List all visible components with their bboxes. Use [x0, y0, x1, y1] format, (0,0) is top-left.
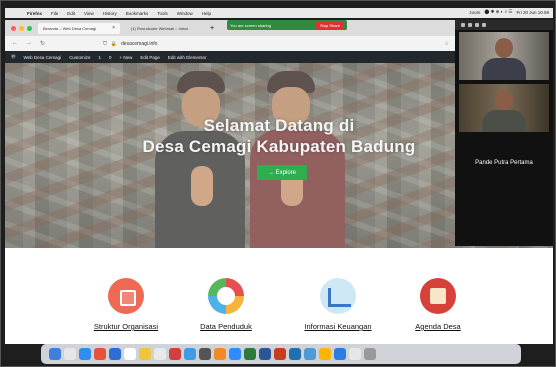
lock-icon: 🔒 [110, 40, 118, 47]
participant-video-tile[interactable] [459, 84, 549, 132]
wp-comments-count[interactable]: 0 [109, 55, 112, 60]
mail-icon[interactable] [109, 348, 121, 360]
pie-chart-icon[interactable] [208, 278, 244, 314]
feature-label[interactable]: Informasi Keuangan [283, 322, 393, 331]
appstore-icon[interactable] [184, 348, 196, 360]
calendar-icon[interactable] [124, 348, 136, 360]
screen-share-banner: You are screen sharing Stop Share [227, 20, 347, 30]
feature-informasi-keuangan[interactable]: Informasi Keuangan [283, 278, 393, 331]
zoom-menu-label[interactable]: zoom [469, 10, 480, 15]
menubar-clock[interactable]: Fri 20 Jun 10.59 [516, 10, 549, 15]
menu-firefox[interactable]: Firefox [27, 11, 42, 16]
status-icons[interactable]: ⬤ ✱ ⊕ ◐ ⌕ ☰ [484, 9, 512, 15]
video-panel-controls[interactable] [455, 20, 553, 30]
wp-edit-page[interactable]: Edit Page [140, 55, 160, 60]
wp-site-name[interactable]: Web Desa Cemagi [24, 55, 62, 60]
photos-icon[interactable] [169, 348, 181, 360]
wp-new-button[interactable]: + New [119, 55, 132, 60]
app-icon[interactable] [94, 348, 106, 360]
reminders-icon[interactable] [154, 348, 166, 360]
zoom-window-button[interactable] [27, 25, 32, 31]
participant-video-tile[interactable] [459, 32, 549, 80]
menu-tools[interactable]: Tools [157, 11, 168, 16]
wp-updates-count[interactable]: 1 [98, 55, 101, 60]
wp-logo-icon[interactable]: Ⓦ [11, 54, 16, 60]
app-icon[interactable] [319, 348, 331, 360]
screen-share-text: You are screen sharing [230, 22, 271, 28]
features-section: Struktur Organisasi Data Penduduk Inform… [5, 248, 553, 344]
feature-struktur-organisasi[interactable]: Struktur Organisasi [71, 278, 181, 331]
zoom-icon[interactable] [229, 348, 241, 360]
notes-icon[interactable] [139, 348, 151, 360]
finance-chart-icon[interactable] [320, 278, 356, 314]
safari-icon[interactable] [79, 348, 91, 360]
excel-icon[interactable] [244, 348, 256, 360]
stop-share-button[interactable]: Stop Share [315, 21, 344, 29]
menu-help[interactable]: Help [202, 11, 211, 16]
powerpoint-icon[interactable] [274, 348, 286, 360]
downloads-icon[interactable] [349, 348, 361, 360]
back-icon[interactable]: ← [12, 40, 18, 47]
firefox-icon[interactable] [214, 348, 226, 360]
macos-dock [41, 344, 521, 364]
menu-bookmarks[interactable]: Bookmarks [126, 11, 149, 16]
menu-file[interactable]: File [51, 11, 58, 16]
feature-data-penduduk[interactable]: Data Penduduk [171, 278, 281, 331]
wp-edit-elementor[interactable]: Edit with Elementor [168, 55, 207, 60]
feature-agenda-desa[interactable]: Agenda Desa [383, 278, 493, 331]
participant-name: Pande Putra Pertama [475, 160, 533, 166]
vscode-icon[interactable] [289, 348, 301, 360]
settings-icon[interactable] [199, 348, 211, 360]
reload-icon[interactable]: ↻ [40, 40, 45, 47]
forward-icon[interactable]: → [26, 40, 32, 47]
menu-edit[interactable]: Edit [67, 11, 75, 16]
trash-icon[interactable] [364, 348, 376, 360]
org-chart-icon[interactable] [108, 278, 144, 314]
menu-window[interactable]: Window [177, 11, 193, 16]
video-call-panel: Pande Putra Pertama [455, 20, 553, 246]
url-text[interactable]: desacemagi.info [121, 41, 157, 47]
tab-beranda[interactable]: Beranda – Web Desa Cemagi × [38, 22, 120, 34]
browser-toolbar: ← → ↻ ⛉ 🔒 desacemagi.info ☆ [5, 36, 455, 51]
minimize-window-button[interactable] [19, 25, 24, 31]
menu-history[interactable]: History [103, 11, 117, 16]
tab-beranda-label: Beranda – Web Desa Cemagi [43, 25, 97, 31]
tab-roundcube-label: (1) Roundcube Webmail :: Inbox [131, 25, 189, 31]
feature-label[interactable]: Agenda Desa [383, 322, 493, 331]
app-icon[interactable] [334, 348, 346, 360]
launchpad-icon[interactable] [64, 348, 76, 360]
wp-customize[interactable]: Customize [69, 55, 90, 60]
feature-label[interactable]: Struktur Organisasi [71, 322, 181, 331]
tab-roundcube[interactable]: (1) Roundcube Webmail :: Inbox [126, 23, 206, 34]
feature-label[interactable]: Data Penduduk [171, 322, 281, 331]
macos-menubar: Firefox File Edit View History Bookmarks… [5, 8, 553, 18]
address-bar[interactable]: ⛉ 🔒 desacemagi.info [103, 41, 157, 47]
bookmark-star-icon[interactable]: ☆ [445, 41, 449, 47]
app-icon[interactable] [304, 348, 316, 360]
screen-frame: Firefox File Edit View History Bookmarks… [0, 0, 556, 367]
navigation-buttons: ← → ↻ [12, 40, 45, 47]
window-controls [11, 25, 32, 31]
finder-icon[interactable] [49, 348, 61, 360]
explore-button[interactable]: → Explore [257, 165, 307, 180]
word-icon[interactable] [259, 348, 271, 360]
menu-view[interactable]: View [84, 11, 94, 16]
shield-icon: ⛉ [103, 40, 107, 47]
agenda-icon[interactable] [420, 278, 456, 314]
close-tab-icon[interactable]: × [112, 25, 115, 31]
close-window-button[interactable] [11, 25, 16, 31]
new-tab-icon[interactable]: + [210, 25, 214, 32]
